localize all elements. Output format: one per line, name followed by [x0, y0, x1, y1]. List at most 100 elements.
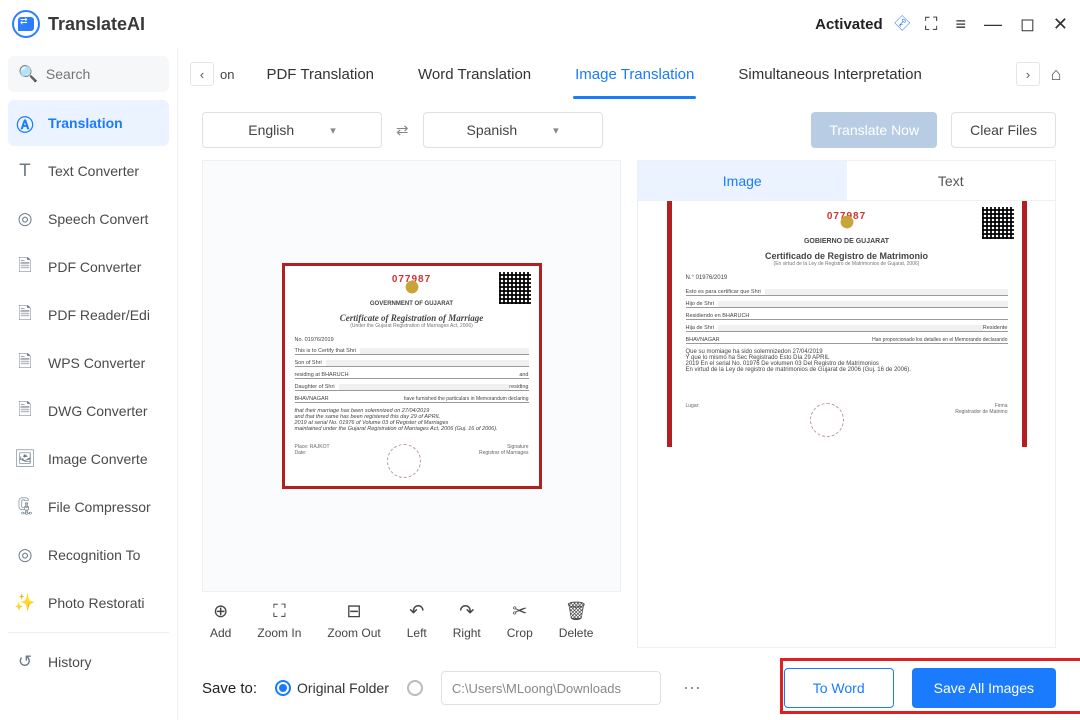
sidebar-item-label: DWG Converter [48, 403, 148, 419]
save-all-images-button[interactable]: Save All Images [912, 668, 1056, 708]
tab-pdf-translation[interactable]: PDF Translation [264, 56, 376, 93]
sidebar-item-translation[interactable]: ⒶTranslation [8, 100, 169, 146]
key-icon[interactable]: ⚿ [890, 13, 911, 34]
sidebar-item-file-compressor[interactable]: 🗜 File Compressor [8, 484, 169, 530]
chevron-down-icon: ▾ [553, 124, 559, 137]
tabs-scroll-left[interactable]: ‹ [190, 62, 214, 86]
rotate-left-icon: ↶ [409, 601, 424, 622]
app-logo-icon [12, 10, 40, 38]
qr-icon[interactable]: ⛶ [925, 14, 938, 35]
translate-now-button[interactable]: Translate Now [811, 112, 937, 148]
add-tool[interactable]: ⊕Add [210, 601, 231, 640]
source-language-select[interactable]: English ▾ [202, 112, 382, 148]
sidebar-item-photo-restoration[interactable]: ✨Photo Restorati [8, 580, 169, 626]
swap-languages-icon[interactable]: ⇄ [396, 121, 409, 139]
delete-tool[interactable]: 🗑Delete [559, 601, 594, 640]
crop-tool[interactable]: ✂Crop [507, 601, 533, 640]
search-icon: 🔍 [18, 64, 38, 84]
sidebar-item-label: PDF Reader/Edi [48, 307, 150, 323]
home-icon[interactable]: ⌂ [1044, 64, 1068, 85]
minimize-icon[interactable]: — [984, 14, 1002, 35]
license-status: Activated [815, 16, 883, 33]
zoom-in-tool[interactable]: ⛶Zoom In [257, 601, 301, 640]
emblem-icon [401, 276, 423, 298]
radio-original-folder[interactable]: Original Folder [275, 680, 389, 696]
target-language-label: Spanish [467, 122, 518, 138]
language-controls: English ▾ ⇄ Spanish ▾ Translate Now Clear … [178, 100, 1080, 160]
compress-icon: 🗜 [14, 497, 36, 517]
sidebar-item-pdf-reader[interactable]: 🗎 PDF Reader/Edi [8, 292, 169, 338]
doc-subtitle: (En virtud de la Ley de Registro de Matr… [686, 261, 1008, 267]
browse-path-button[interactable]: ⋯ [679, 678, 705, 699]
rotate-right-tool[interactable]: ↷Right [453, 601, 481, 640]
source-panel: 077987 GOVERNMENT OF GUJARAT Certificate… [202, 160, 621, 648]
zoom-in-icon: ⛶ [273, 601, 286, 622]
qr-code-icon [499, 272, 531, 304]
zoom-out-tool[interactable]: ⊟Zoom Out [327, 601, 380, 640]
sidebar-item-label: PDF Converter [48, 259, 141, 275]
result-preview[interactable]: 077987 GOBIERNO DE GUJARAT Certificado d… [637, 200, 1056, 648]
clear-files-button[interactable]: Clear Files [951, 112, 1056, 148]
tab-word-translation[interactable]: Word Translation [416, 56, 533, 93]
doc-title: Certificado de Registro de Matrimonio [686, 251, 1008, 261]
sidebar-item-pdf-converter[interactable]: 🗎PDF Converter [8, 244, 169, 290]
sidebar-item-label: File Compressor [48, 499, 151, 515]
titlebar: TranslateAI Activated ⚿ ⛶ ≡ — ◻ ✕ [0, 0, 1080, 48]
pdf-reader-icon: 🗎 [14, 301, 36, 330]
sidebar-item-recognition[interactable]: ◎ Recognition To [8, 532, 169, 578]
sidebar-item-label: History [48, 654, 92, 670]
recognition-icon: ◎ [14, 545, 36, 565]
target-language-select[interactable]: Spanish ▾ [423, 112, 603, 148]
tab-image-translation[interactable]: Image Translation [573, 56, 696, 93]
sidebar-item-history[interactable]: ↺ History [8, 639, 169, 685]
result-tabs: Image Text [637, 160, 1056, 200]
doc-gov: GOVERNMENT OF GUJARAT [295, 301, 529, 307]
chevron-down-icon: ▾ [330, 124, 336, 137]
seal-icon [387, 444, 421, 478]
menu-icon[interactable]: ≡ [955, 14, 966, 35]
sidebar-item-speech-convert[interactable]: ◎Speech Convert [8, 196, 169, 242]
sidebar-item-dwg-converter[interactable]: 🗎 DWG Converter [8, 388, 169, 434]
doc-reg-no: N.° 01976/2019 [686, 275, 1008, 281]
sidebar-item-label: Photo Restorati [48, 595, 145, 611]
rotate-right-icon: ↷ [459, 601, 474, 622]
result-tab-image[interactable]: Image [638, 161, 847, 200]
result-tab-text[interactable]: Text [847, 161, 1056, 200]
sidebar-item-text-converter[interactable]: 𝖳Text Converter [8, 148, 169, 194]
dwg-icon: 🗎 [14, 397, 36, 426]
radio-custom-path[interactable] [407, 680, 423, 696]
sidebar-item-label: Recognition To [48, 547, 140, 563]
result-panel: Image Text 077987 GOBIERNO DE GUJARAT Ce… [637, 160, 1056, 648]
zoom-out-icon: ⊟ [347, 601, 362, 622]
image-tools: ⊕Add ⛶Zoom In ⊟Zoom Out ↶Left ↷Right ✂Cr… [202, 592, 621, 648]
save-path-field[interactable]: C:\Users\MLoong\Downloads [441, 671, 661, 705]
translated-document: 077987 GOBIERNO DE GUJARAT Certificado d… [667, 201, 1027, 447]
image-icon: 🖼 [14, 449, 36, 469]
sidebar-item-image-converter[interactable]: 🖼Image Converte [8, 436, 169, 482]
maximize-icon[interactable]: ◻ [1020, 14, 1035, 35]
sidebar-item-label: Speech Convert [48, 211, 148, 227]
sidebar-item-label: Translation [48, 115, 123, 131]
tab-simultaneous-interpretation[interactable]: Simultaneous Interpretation [736, 56, 923, 93]
close-icon[interactable]: ✕ [1053, 14, 1068, 35]
crop-icon: ✂ [512, 601, 527, 622]
source-document: 077987 GOVERNMENT OF GUJARAT Certificate… [282, 263, 542, 489]
tabs-scroll-right[interactable]: › [1016, 62, 1040, 86]
doc-reg-no: No. 01976/2019 [295, 337, 529, 343]
app-logo-group: TranslateAI [12, 10, 145, 38]
footer: Save to: Original Folder C:\Users\MLoong… [178, 656, 1080, 720]
to-word-button[interactable]: To Word [784, 668, 894, 708]
history-icon: ↺ [14, 652, 36, 672]
main-content: ‹ on PDF Translation Word Translation Im… [178, 48, 1080, 720]
trash-icon: 🗑 [565, 601, 588, 622]
doc-title: Certificate of Registration of Marriage [295, 313, 529, 323]
search-box[interactable]: 🔍 [8, 56, 169, 92]
rotate-left-tool[interactable]: ↶Left [407, 601, 427, 640]
sidebar-item-wps-converter[interactable]: 🗎 WPS Converter [8, 340, 169, 386]
source-language-label: English [248, 122, 294, 138]
wps-icon: 🗎 [14, 349, 36, 378]
emblem-icon [836, 211, 858, 233]
source-preview[interactable]: 077987 GOVERNMENT OF GUJARAT Certificate… [202, 160, 621, 592]
sidebar-item-label: WPS Converter [48, 355, 145, 371]
sidebar-divider [8, 632, 169, 633]
